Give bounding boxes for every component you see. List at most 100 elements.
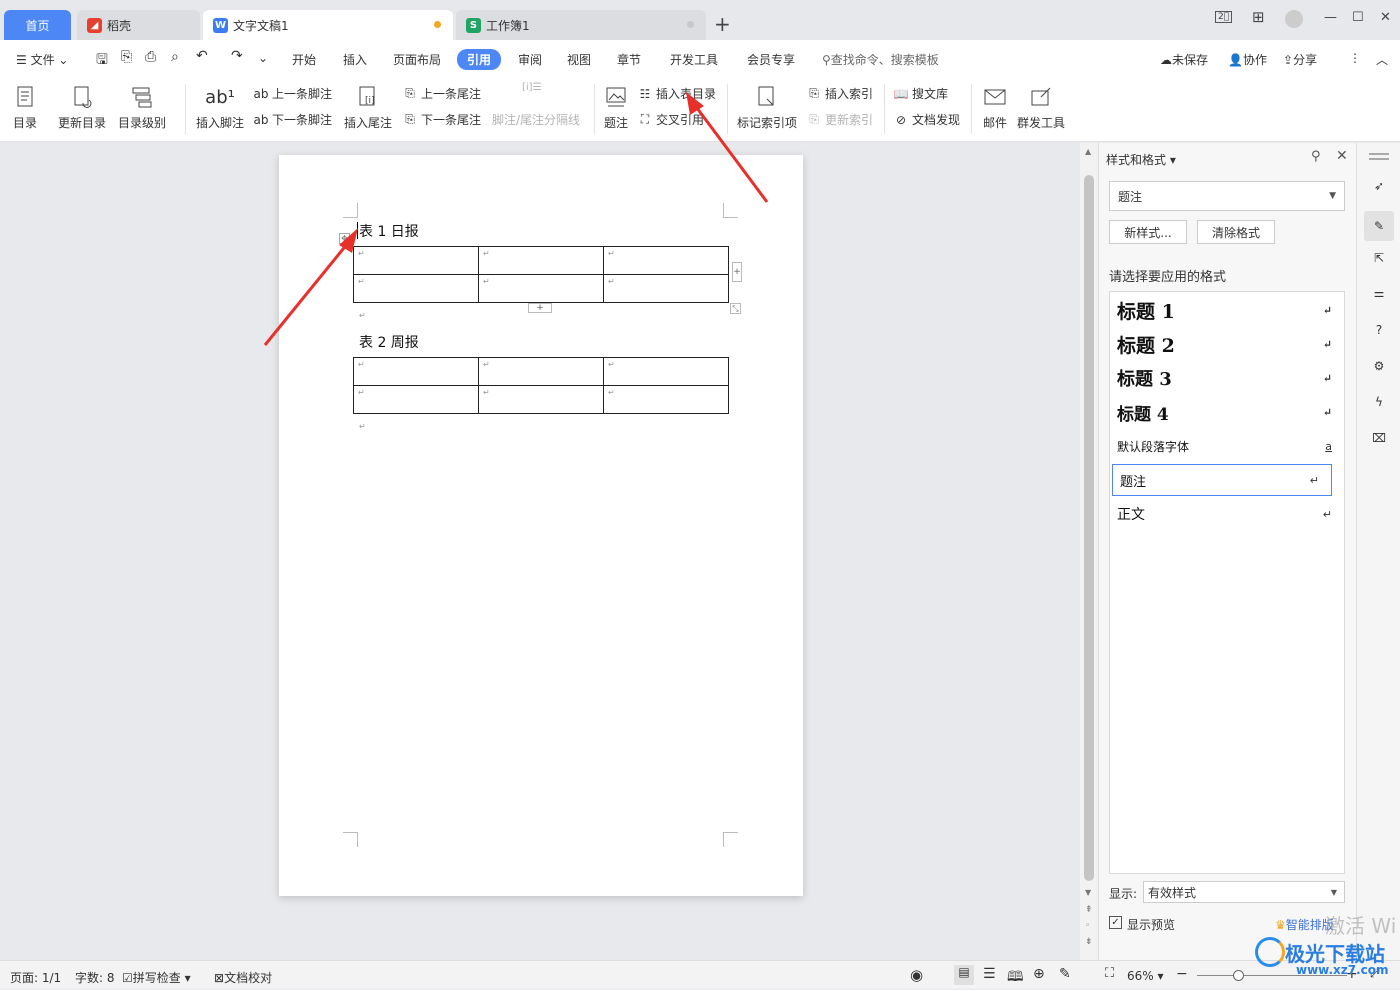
quick-access-dropdown-icon[interactable]: ⌄ — [258, 51, 268, 65]
style-heading-4[interactable]: 标题 4 ↵ — [1110, 396, 1344, 428]
table-cell[interactable]: ↵ — [478, 385, 604, 414]
menu-developer[interactable]: 开发工具 — [670, 51, 718, 68]
menu-page-layout[interactable]: 页面布局 — [393, 51, 441, 68]
minimize-icon[interactable]: — — [1324, 10, 1337, 25]
lightning-icon[interactable]: ϟ — [1370, 393, 1388, 411]
unsaved-button[interactable]: ☁未保存 — [1160, 51, 1208, 68]
new-style-button[interactable]: 新样式... — [1109, 220, 1187, 244]
table-cell[interactable]: ↵ — [478, 246, 604, 275]
close-tab-icon[interactable] — [687, 21, 694, 28]
export-pdf-icon[interactable]: ⎘ — [121, 49, 132, 65]
select-cursor-icon[interactable]: ⇱ — [1370, 249, 1388, 267]
read-view-icon[interactable]: 🕮 — [1007, 966, 1024, 990]
prev-footnote-button[interactable]: ab 上一条脚注 — [253, 85, 333, 102]
cross-ref-button[interactable]: ⛶ 交叉引用 — [637, 111, 704, 128]
show-filter-select[interactable]: 有效样式 ▼ — [1143, 881, 1345, 903]
share-button[interactable]: ⇪分享 — [1283, 51, 1317, 68]
vertical-scrollbar[interactable]: ▲ ▼ ⇞ ◦ ⇟ — [1080, 143, 1098, 960]
prev-page-icon[interactable]: ⇞ — [1085, 905, 1093, 915]
next-footnote-button[interactable]: ab 下一条脚注 — [253, 111, 333, 128]
insert-index-button[interactable]: ⎘ 插入索引 — [806, 85, 873, 102]
fit-page-icon[interactable]: ⛶ — [1105, 966, 1114, 981]
save-icon[interactable]: 🖫 — [96, 49, 108, 73]
print-icon[interactable]: ⎙ — [145, 49, 156, 65]
daily-report-table[interactable]: ↵ ↵ ↵ ↵ ↵ ↵ — [353, 246, 729, 303]
write-view-icon[interactable]: ✎ — [1059, 966, 1071, 982]
tab-daoke[interactable]: ◢ 稻壳 — [77, 10, 200, 40]
eye-protect-icon[interactable]: ◉ — [910, 966, 923, 984]
mark-index-button[interactable]: 标记索引项 — [737, 84, 797, 131]
scroll-thumb[interactable] — [1084, 175, 1094, 881]
clear-format-button[interactable]: 清除格式 — [1197, 220, 1275, 244]
select-browse-icon[interactable]: ◦ — [1085, 921, 1090, 931]
undo-icon[interactable]: ↶ — [196, 48, 208, 64]
rocket-icon[interactable]: ➶ — [1370, 177, 1388, 195]
tab-doc[interactable]: W 文字文稿1 — [203, 10, 453, 40]
grid-icon[interactable]: ⊞ — [1252, 8, 1265, 26]
table-cell[interactable]: ↵ — [603, 246, 729, 275]
add-row-icon[interactable]: + — [528, 303, 552, 313]
word-count[interactable]: 字数: 8 — [75, 969, 115, 986]
style-heading-1[interactable]: 标题 1 ↵ — [1110, 294, 1344, 326]
menu-chapter[interactable]: 章节 — [617, 51, 641, 68]
next-page-icon[interactable]: ⇟ — [1085, 937, 1093, 947]
weekly-report-table[interactable]: ↵ ↵ ↵ ↵ ↵ ↵ — [353, 357, 729, 414]
panel-close-icon[interactable]: ✕ — [1336, 148, 1348, 164]
current-style-select[interactable]: 题注 ▼ — [1109, 181, 1345, 211]
proofread-button[interactable]: ⊠文档校对 — [214, 969, 272, 986]
layout-icon[interactable]: 2⃞ — [1215, 11, 1233, 23]
avatar[interactable] — [1285, 10, 1303, 28]
zoom-slider-thumb[interactable] — [1233, 970, 1244, 981]
collapse-ribbon-icon[interactable]: ︿ — [1376, 51, 1388, 68]
print-preview-icon[interactable]: ⌕ — [171, 49, 179, 65]
style-caption[interactable]: 题注 ↵ — [1112, 464, 1332, 496]
panel-title[interactable]: 样式和格式 ▾ — [1106, 151, 1176, 168]
more-icon[interactable]: ⋮ — [1349, 51, 1361, 65]
file-menu[interactable]: ☰ 文件 ⌄ — [16, 51, 68, 68]
style-heading-3[interactable]: 标题 3 ↵ — [1110, 362, 1344, 394]
table-cell[interactable]: ↵ — [353, 274, 479, 303]
menu-member[interactable]: 会员专享 — [747, 51, 795, 68]
caption-button[interactable]: 题注 — [603, 84, 629, 131]
table-move-handle-icon[interactable]: ✥ — [339, 233, 350, 244]
new-tab-button[interactable]: + — [714, 12, 731, 36]
search-command[interactable]: ⚲查找命令、搜索模板 — [822, 51, 939, 68]
outline-view-icon[interactable]: ☰ — [983, 966, 996, 982]
menu-start[interactable]: 开始 — [292, 51, 316, 68]
page-view-icon[interactable]: ▤ — [954, 965, 974, 985]
table-cell[interactable]: ↵ — [353, 357, 479, 386]
mass-tool-button[interactable]: 群发工具 — [1017, 84, 1065, 131]
book-search-icon[interactable]: ⌧ — [1370, 429, 1388, 447]
document-page[interactable]: 表 1 日报 ✥ ↵ ↵ ↵ ↵ ↵ ↵ + + ⤡ ↵ 表 2 周报 ↵ ↵ ↵ ↵ ↵ ↵ … — [279, 155, 803, 896]
zoom-out-icon[interactable]: − — [1176, 966, 1188, 982]
collab-button[interactable]: 👤协作 — [1228, 51, 1267, 68]
web-view-icon[interactable]: ⊕ — [1033, 966, 1045, 982]
table-cell[interactable]: ↵ — [603, 357, 729, 386]
insert-footnote-button[interactable]: ab¹ 插入脚注 — [196, 84, 244, 131]
zoom-level[interactable]: 66% ▾ — [1127, 969, 1164, 983]
tab-sheet[interactable]: S 工作簿1 — [456, 10, 706, 40]
table-cell[interactable]: ↵ — [353, 385, 479, 414]
insert-endnote-button[interactable]: [i] 插入尾注 — [344, 84, 392, 131]
update-toc-button[interactable]: 更新目录 — [58, 84, 106, 131]
redo-icon[interactable]: ↷ — [231, 48, 243, 64]
prev-endnote-button[interactable]: ⎘ 上一条尾注 — [402, 85, 481, 102]
mail-button[interactable]: 邮件 — [982, 84, 1008, 131]
scroll-up-icon[interactable]: ▲ — [1085, 147, 1091, 156]
spell-check-button[interactable]: ☑拼写检查 ▾ — [122, 969, 191, 986]
maximize-icon[interactable]: ☐ — [1352, 10, 1364, 25]
toc-level-button[interactable]: 目录级别 — [118, 84, 166, 131]
insert-table-toc-button[interactable]: ☷ 插入表目录 — [637, 85, 716, 102]
close-icon[interactable]: ✕ — [1380, 10, 1391, 25]
style-heading-2[interactable]: 标题 2 ↵ — [1110, 328, 1344, 360]
style-default-font[interactable]: 默认段落字体 a — [1110, 430, 1344, 462]
menu-insert[interactable]: 插入 — [343, 51, 367, 68]
next-endnote-button[interactable]: ⎘ 下一条尾注 — [402, 111, 481, 128]
settings-slider-icon[interactable]: ⚌ — [1370, 284, 1388, 302]
search-lib-button[interactable]: 📖 搜文库 — [893, 85, 949, 102]
help-icon[interactable]: ? — [1370, 321, 1388, 339]
doc-discover-button[interactable]: ⊘ 文档发现 — [893, 111, 960, 128]
table-caption-2[interactable]: 表 2 周报 — [359, 332, 419, 352]
menu-review[interactable]: 审阅 — [518, 51, 542, 68]
table-cell[interactable]: ↵ — [603, 385, 729, 414]
